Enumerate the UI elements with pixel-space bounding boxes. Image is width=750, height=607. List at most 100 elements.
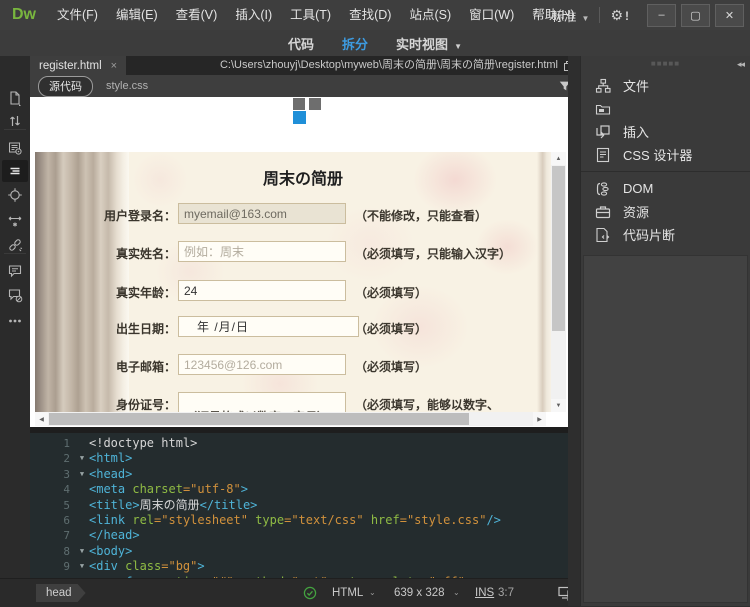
dock-drag-handle[interactable]: ■■■■■ — [581, 60, 750, 68]
panel-tab-代码片断[interactable]: 代码片断 — [581, 223, 750, 246]
chevron-down-icon: ▼ — [454, 41, 462, 51]
line-number: 8 — [63, 544, 70, 558]
form-input[interactable] — [178, 203, 346, 224]
menu-item[interactable]: 窗口(W) — [460, 0, 523, 30]
code-text: <!doctype html> — [89, 436, 198, 450]
menu-item[interactable]: 工具(T) — [281, 0, 340, 30]
menu-item[interactable]: 插入(I) — [226, 0, 281, 30]
comment-icon[interactable] — [7, 263, 23, 279]
menu-item[interactable]: 文件(F) — [48, 0, 107, 30]
panel-tab-文件[interactable]: 文件 — [581, 74, 750, 97]
panel-tab-CSS 设计器[interactable]: CSS 设计器 — [581, 143, 750, 166]
file-path: C:\Users\zhouyj\Desktop\myweb\周末の简册\周末の简… — [219, 59, 558, 71]
page-title: 周末の简册 — [262, 171, 343, 188]
code-view[interactable]: 1 <!doctype html> 2 ▼ <html> 3 ▼ <head> 4 <meta c… — [30, 433, 580, 578]
scroll-down-button[interactable]: ▼ — [551, 399, 566, 412]
code-line: 3 ▼ <head> — [30, 467, 580, 482]
status-bar: head HTML ⌄ 639 x 328 ⌄ INS 3:7 — [0, 578, 580, 607]
fold-arrow-icon[interactable]: ▼ — [75, 559, 89, 574]
field-hint: （必须填写） — [355, 286, 428, 300]
form-input[interactable] — [178, 241, 346, 262]
workspace-switcher[interactable]: 标准 ▼ — [552, 6, 590, 25]
more-icon[interactable] — [7, 313, 23, 329]
insert-mode-indicator[interactable]: INS — [475, 579, 494, 607]
code-text: </head> — [89, 528, 140, 543]
live-view-button[interactable]: 实时视图 ▼ — [396, 34, 462, 53]
scroll-up-button[interactable]: ▲ — [551, 152, 566, 165]
list-eye-icon[interactable] — [7, 140, 23, 156]
fold-gutter — [75, 513, 89, 528]
fold-gutter — [75, 528, 89, 543]
code-line: 5 <title>周末の简册</title> — [30, 498, 580, 513]
design-view: 周末の简册 用户登录名： （不能修改，只能查看） 真实姓名： （必须填写，只能输入汉字… — [30, 97, 568, 427]
code-text: <title>周末の简册</title> — [89, 497, 258, 512]
code-text: <meta charset="utf-8"> — [89, 482, 248, 497]
field-hint: （必须填写） — [355, 322, 428, 336]
field-label: 真实年龄： — [115, 286, 176, 300]
tab-register-html[interactable]: register.html × — [30, 56, 127, 75]
divider — [599, 7, 601, 23]
line-number: 9 — [63, 560, 70, 574]
gear-icon[interactable]: ⚙! — [610, 7, 629, 24]
code-line: 7 </head> — [30, 528, 580, 543]
doc-type-dropdown[interactable]: HTML — [332, 579, 363, 607]
scrollbar-thumb[interactable] — [49, 413, 469, 425]
minimize-button[interactable]: – — [647, 3, 676, 27]
menu-bar: 文件(F) 编辑(E) 查看(V) 插入(I) 工具(T) 查找(D) 站点(S) 窗口(W)… — [48, 0, 584, 30]
related-files-bar: 源代码 style.css — [30, 75, 580, 98]
fold-arrow-icon[interactable]: ▼ — [75, 451, 89, 466]
line-number: 6 — [63, 513, 70, 527]
panel-tab-插入[interactable]: 插入 — [581, 120, 750, 143]
split-view-button[interactable]: 拆分 — [342, 34, 368, 53]
menu-item[interactable]: 编辑(E) — [107, 0, 167, 30]
dock-splitter[interactable] — [568, 56, 580, 606]
line-number: 4 — [63, 483, 70, 497]
collapse-panels-icon[interactable]: ◂◂ — [737, 59, 745, 70]
title-bar: Dw 文件(F) 编辑(E) 查看(V) 插入(I) 工具(T) 查找(D) 站点(S) 窗口… — [0, 0, 750, 31]
maximize-button[interactable]: ▢ — [681, 3, 710, 27]
live-view-handle[interactable] — [293, 98, 305, 110]
menu-item[interactable]: 查找(D) — [340, 0, 400, 30]
panel-label: 资源 — [623, 205, 650, 220]
live-view-handle-active[interactable] — [293, 111, 306, 124]
panel-tab-DOM[interactable]: DOM — [581, 177, 750, 200]
form-input[interactable] — [178, 280, 346, 301]
close-icon[interactable]: × — [111, 60, 117, 72]
tag-selector-head[interactable]: head — [36, 584, 86, 602]
scrollbar-thumb[interactable] — [552, 166, 565, 331]
live-view-handle[interactable] — [309, 98, 321, 110]
fold-arrow-icon[interactable]: ▼ — [75, 544, 89, 559]
field-label: 真实姓名： — [115, 247, 176, 261]
cursor-position: 3:7 — [498, 587, 514, 599]
vertical-scrollbar[interactable]: ▲ ▼ — [551, 152, 566, 412]
panel-tab-资源[interactable]: 资源 — [581, 200, 750, 223]
comment-off-icon[interactable] — [7, 287, 23, 303]
chevron-down-icon: ⌄ — [369, 588, 376, 597]
scroll-right-button[interactable]: ▶ — [533, 412, 546, 426]
format-source-icon[interactable] — [7, 163, 23, 179]
horizontal-scrollbar[interactable]: ◀ ▶ — [35, 412, 546, 426]
scroll-left-button[interactable]: ◀ — [35, 412, 48, 426]
form-input[interactable] — [178, 354, 346, 375]
panel-label: DOM — [623, 181, 654, 196]
file-icon[interactable] — [7, 90, 23, 106]
code-view-button[interactable]: 代码 — [288, 34, 314, 53]
css-designer-icon — [594, 146, 612, 164]
panel-tab-untitled[interactable] — [581, 97, 750, 120]
form-input[interactable] — [178, 316, 359, 337]
source-code-button[interactable]: 源代码 — [38, 75, 93, 97]
window-size-dropdown[interactable]: 639 x 328 — [394, 579, 445, 607]
fold-arrow-icon[interactable]: ▼ — [75, 467, 89, 482]
close-button[interactable]: ✕ — [715, 3, 744, 27]
chevron-down-icon: ⌄ — [453, 588, 460, 597]
field-label: 出生日期： — [115, 322, 176, 336]
file-management-icon[interactable] — [7, 113, 23, 129]
related-file-stylecss[interactable]: style.css — [106, 80, 148, 92]
code-line: 6 <link rel="stylesheet" type="text/css" … — [30, 513, 580, 528]
fold-gutter — [75, 482, 89, 497]
crosshair-icon[interactable] — [7, 187, 23, 203]
menu-item[interactable]: 查看(V) — [167, 0, 227, 30]
link-icon[interactable] — [7, 237, 23, 253]
expand-icon[interactable] — [7, 213, 23, 229]
menu-item[interactable]: 站点(S) — [400, 0, 460, 30]
